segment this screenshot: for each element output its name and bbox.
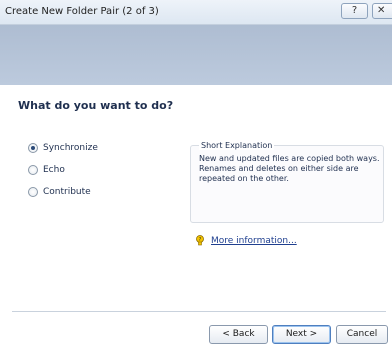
title-bar: Create New Folder Pair (2 of 3) ? ✕ bbox=[0, 0, 392, 25]
help-button[interactable]: ? bbox=[341, 3, 368, 19]
short-explanation-title: Short Explanation bbox=[199, 141, 275, 150]
more-information-link[interactable]: More information... bbox=[211, 236, 297, 246]
radio-contribute[interactable] bbox=[28, 187, 38, 197]
wizard-content: What do you want to do? Synchronize Echo… bbox=[0, 85, 392, 347]
option-echo[interactable]: Echo bbox=[28, 163, 65, 177]
page-heading: What do you want to do? bbox=[18, 99, 174, 112]
more-information-row[interactable]: ? More information... bbox=[195, 235, 297, 247]
cancel-button[interactable]: Cancel bbox=[336, 325, 388, 344]
radio-synchronize[interactable] bbox=[28, 143, 38, 153]
question-bulb-icon: ? bbox=[196, 235, 204, 246]
window-title: Create New Folder Pair (2 of 3) bbox=[5, 6, 159, 17]
option-contribute[interactable]: Contribute bbox=[28, 185, 91, 199]
wizard-window: Create New Folder Pair (2 of 3) ? ✕ What… bbox=[0, 0, 392, 347]
next-button[interactable]: Next > bbox=[272, 325, 331, 344]
option-synchronize[interactable]: Synchronize bbox=[28, 141, 98, 155]
option-echo-label: Echo bbox=[43, 165, 65, 175]
option-synchronize-label: Synchronize bbox=[43, 143, 98, 153]
close-button[interactable]: ✕ bbox=[372, 3, 392, 19]
svg-text:?: ? bbox=[199, 237, 202, 243]
short-explanation-box: Short Explanation New and updated files … bbox=[190, 141, 384, 223]
footer-divider bbox=[12, 311, 386, 312]
wizard-banner bbox=[0, 25, 392, 85]
option-contribute-label: Contribute bbox=[43, 187, 91, 197]
short-explanation-text: New and updated files are copied both wa… bbox=[199, 154, 380, 183]
back-button[interactable]: < Back bbox=[209, 325, 268, 344]
radio-echo[interactable] bbox=[28, 165, 38, 175]
